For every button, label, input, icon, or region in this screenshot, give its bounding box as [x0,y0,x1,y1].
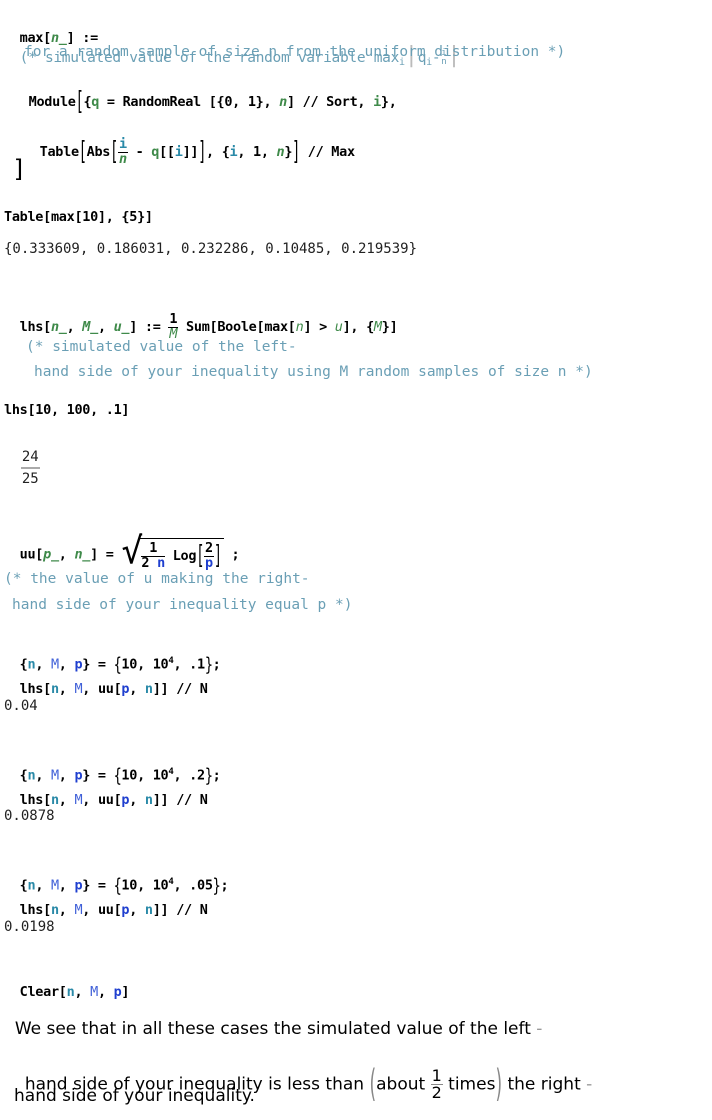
module-line[interactable]: Module[{q = RandomReal [{0, 1}, n] // So… [13,75,397,117]
run-1-call[interactable]: lhs[n, M, uu[p, n]] // N [4,662,208,698]
uu-comment-line2: hand side of your inequality equal p *) [12,597,353,613]
run-2-output: 0.0878 [4,808,55,824]
max-definition-line1[interactable]: max[n_] := (* simulated value of the ran… [4,11,461,72]
run-2-call[interactable]: lhs[n, M, uu[p, n]] // N [4,773,208,809]
run-1-output: 0.04 [4,698,38,714]
module-close-bracket: ] [12,155,27,183]
local-q: q [91,94,100,110]
table-call-input[interactable]: Table[max[10], {5}] [4,208,153,226]
table-line[interactable]: Table[Abs[i n - q[[i]]], {i, 1, n}] // Ma… [24,116,355,167]
lhs-comment-line2: hand side of your inequality using M ran… [34,364,593,380]
lhs-comment-line1: (* simulated value of the left- [26,339,297,355]
clear-input[interactable]: Clear[n, M, p] [4,965,130,1001]
conclusion-line1: We see that in all these cases the simul… [14,1019,543,1039]
i-over-n-fraction: in [117,136,128,167]
run-3-output: 0.0198 [4,919,55,935]
lhs-definition[interactable]: lhs[n_, M_, u_] := 1M Sum[Boole[max[n] >… [4,289,398,342]
lhs-call-input[interactable]: lhs[10, 100, .1] [4,401,130,419]
sqrt-expression: √ 1 2 n Log[2 p] [121,531,224,572]
uu-comment-line1: (* the value of u making the right- [4,571,310,587]
run-3-call[interactable]: lhs[n, M, uu[p, n]] // N [4,883,208,919]
uu-definition[interactable]: uu[p_, n_] = √ 1 2 n Log[2 p] ; [4,508,240,572]
lhs-call-output: 24 25 [20,449,40,487]
conclusion-line3: hand side of your inequality. [14,1086,255,1106]
max-comment-line2: for a random sample of size n from the u… [24,44,566,60]
table-call-output: {0.333609, 0.186031, 0.232286, 0.10485, … [4,241,418,257]
one-over-M-fraction: 1M [168,311,179,342]
